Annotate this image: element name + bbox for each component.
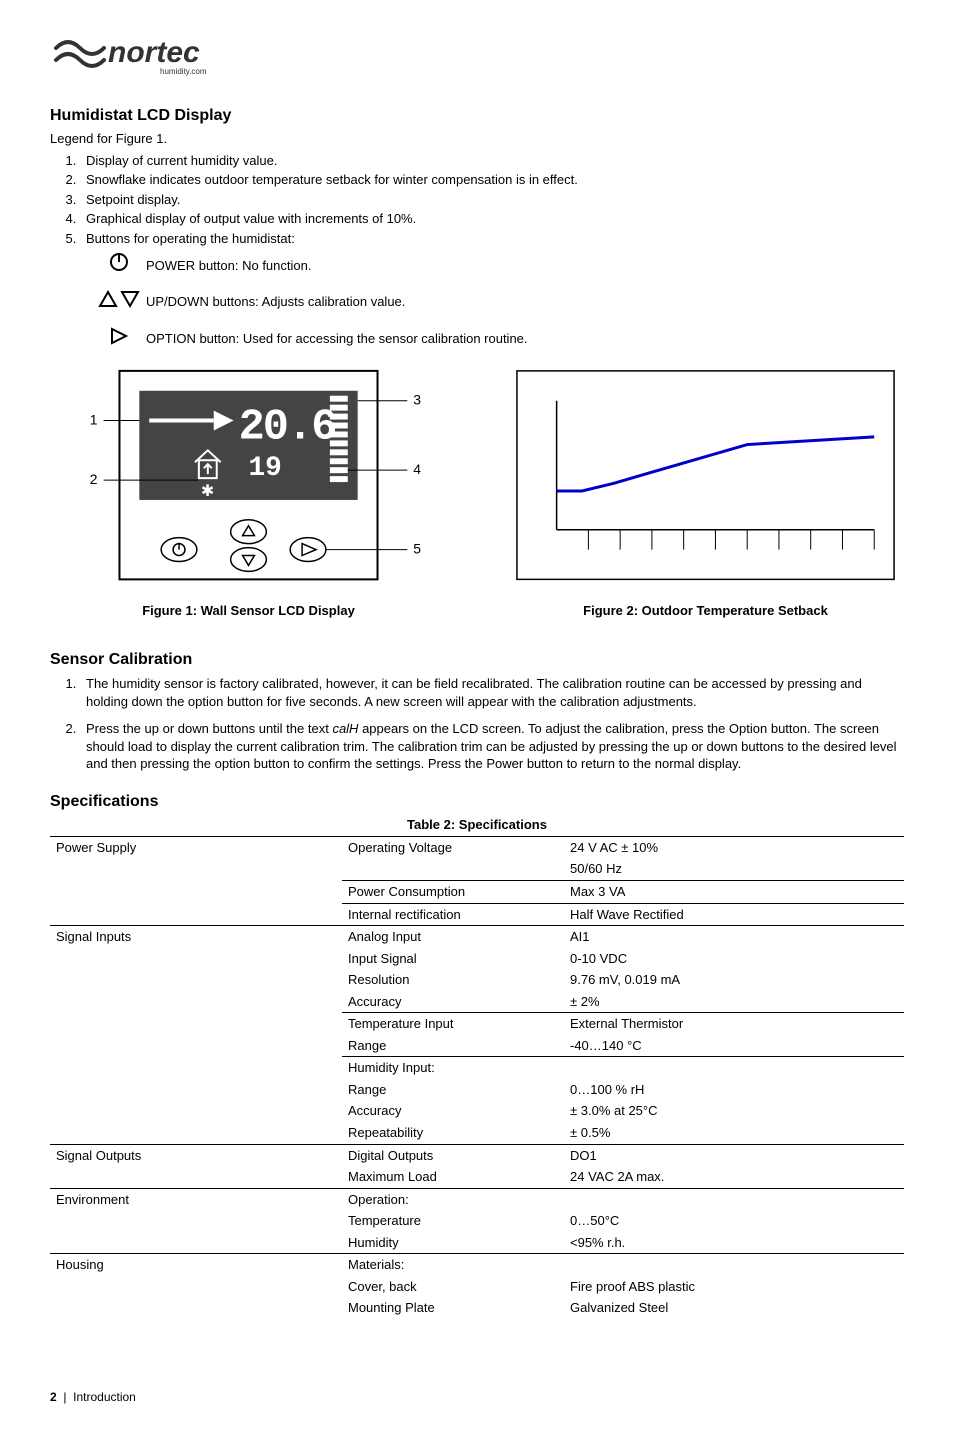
button-legend-text: UP/DOWN buttons: Adjusts calibration val…	[146, 291, 904, 311]
table-row: Resolution9.76 mV, 0.019 mA	[50, 969, 904, 991]
legend-item: Buttons for operating the humidistat:	[80, 230, 904, 248]
table-row: Cover, backFire proof ABS plastic	[50, 1276, 904, 1298]
legend-list: Display of current humidity value.Snowfl…	[50, 152, 904, 248]
section-title-calibration: Sensor Calibration	[50, 649, 904, 671]
section-title-humidistat: Humidistat LCD Display	[50, 105, 904, 127]
figure-1: 20.6 19 ✱	[50, 361, 447, 619]
table-row: Power ConsumptionMax 3 VA	[50, 880, 904, 903]
calibration-item: Press the up or down buttons until the t…	[80, 720, 904, 773]
table-row: Input Signal0-10 VDC	[50, 948, 904, 970]
table-row: Repeatability± 0.5%	[50, 1122, 904, 1144]
table-row: Temperature InputExternal Thermistor	[50, 1013, 904, 1035]
svg-text:✱: ✱	[201, 483, 214, 500]
button-legend-text: POWER button: No function.	[146, 255, 904, 275]
calibration-item: The humidity sensor is factory calibrate…	[80, 675, 904, 710]
specs-table: Power SupplyOperating Voltage24 V AC ± 1…	[50, 836, 904, 1319]
table-row: Accuracy± 2%	[50, 991, 904, 1013]
calibration-list: The humidity sensor is factory calibrate…	[50, 675, 904, 773]
table-row: Temperature0…50°C	[50, 1210, 904, 1232]
table-row: Signal OutputsDigital OutputsDO1	[50, 1144, 904, 1166]
button-legend-row: OPTION button: Used for accessing the se…	[92, 325, 904, 352]
button-legend-row: UP/DOWN buttons: Adjusts calibration val…	[92, 288, 904, 315]
svg-text:19: 19	[249, 453, 282, 484]
table-row: Power SupplyOperating Voltage24 V AC ± 1…	[50, 836, 904, 858]
legend-intro: Legend for Figure 1.	[50, 130, 904, 148]
svg-text:nortec: nortec	[108, 36, 200, 69]
button-legend-row: POWER button: No function.	[92, 251, 904, 278]
table-row: Range-40…140 °C	[50, 1035, 904, 1057]
svg-text:5: 5	[413, 541, 421, 557]
table-row: HousingMaterials:	[50, 1254, 904, 1276]
table-row: Maximum Load24 VAC 2A max.	[50, 1166, 904, 1188]
table-row: EnvironmentOperation:	[50, 1188, 904, 1210]
figure-2-caption: Figure 2: Outdoor Temperature Setback	[507, 602, 904, 620]
table-row: 50/60 Hz	[50, 858, 904, 880]
figure-1-caption: Figure 1: Wall Sensor LCD Display	[50, 602, 447, 620]
legend-item: Display of current humidity value.	[80, 152, 904, 170]
legend-item: Graphical display of output value with i…	[80, 210, 904, 228]
brand-logo: nortec humidity.com	[50, 28, 904, 83]
option-icon	[92, 325, 146, 352]
legend-item: Setpoint display.	[80, 191, 904, 209]
svg-text:4: 4	[413, 461, 421, 477]
page-footer: 2 | Introduction	[50, 1389, 904, 1405]
svg-text:20.6: 20.6	[239, 403, 336, 452]
section-title-specs: Specifications	[50, 791, 904, 813]
table-caption: Table 2: Specifications	[50, 816, 904, 834]
figure-2: Figure 2: Outdoor Temperature Setback	[507, 361, 904, 619]
svg-text:3: 3	[413, 392, 421, 408]
table-row: Signal InputsAnalog InputAI1	[50, 926, 904, 948]
legend-item: Snowflake indicates outdoor temperature …	[80, 171, 904, 189]
svg-text:2: 2	[90, 471, 98, 487]
table-row: Accuracy± 3.0% at 25°C	[50, 1100, 904, 1122]
table-row: Internal rectificationHalf Wave Rectifie…	[50, 903, 904, 926]
table-row: Humidity Input:	[50, 1057, 904, 1079]
table-row: Range0…100 % rH	[50, 1079, 904, 1101]
table-row: Mounting PlateGalvanized Steel	[50, 1297, 904, 1319]
button-legend-text: OPTION button: Used for accessing the se…	[146, 328, 904, 348]
logo-sub: humidity.com	[160, 67, 207, 76]
updown-icon	[92, 288, 146, 315]
table-row: Humidity<95% r.h.	[50, 1232, 904, 1254]
power-icon	[92, 251, 146, 278]
svg-text:1: 1	[90, 412, 98, 428]
